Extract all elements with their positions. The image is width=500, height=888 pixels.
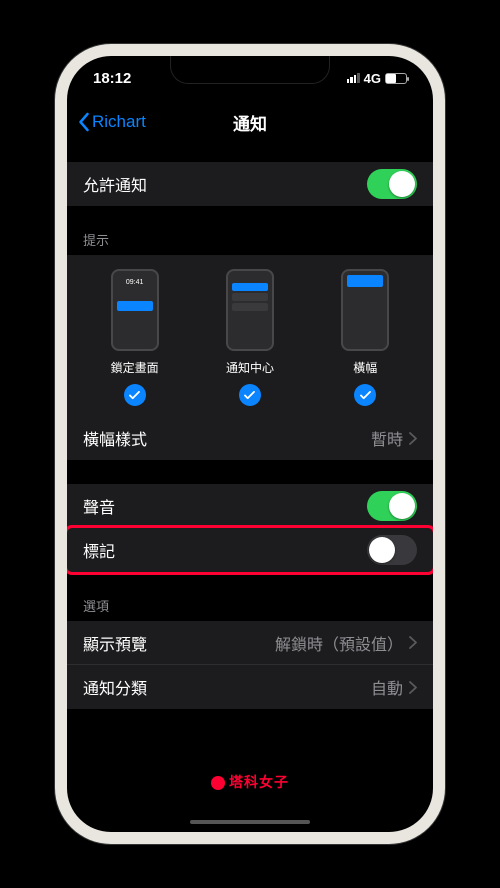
screen: 18:12 4G Richart 通知 允許通知 提示 bbox=[67, 56, 433, 832]
signal-icon bbox=[347, 73, 360, 83]
sound-label: 聲音 bbox=[83, 494, 367, 518]
options-header: 選項 bbox=[67, 596, 433, 621]
status-time: 18:12 bbox=[93, 70, 131, 87]
chevron-right-icon bbox=[409, 681, 417, 694]
notch bbox=[170, 56, 330, 84]
alert-label: 橫幅 bbox=[353, 359, 377, 376]
watermark-icon bbox=[211, 776, 225, 790]
grouping-row[interactable]: 通知分類 自動 bbox=[67, 665, 433, 709]
back-label: Richart bbox=[92, 112, 146, 132]
content: 允許通知 提示 09:41 鎖定畫面 bbox=[67, 162, 433, 709]
preview-label: 顯示預覽 bbox=[83, 631, 275, 655]
allow-label: 允許通知 bbox=[83, 172, 367, 196]
notification-center-icon bbox=[226, 269, 274, 351]
sound-switch[interactable] bbox=[367, 491, 417, 521]
back-button[interactable]: Richart bbox=[77, 112, 146, 132]
preview-value: 解鎖時（預設值） bbox=[275, 631, 403, 655]
preview-row[interactable]: 顯示預覽 解鎖時（預設值） bbox=[67, 621, 433, 665]
allow-switch[interactable] bbox=[367, 169, 417, 199]
badge-row[interactable]: 標記 bbox=[67, 528, 433, 572]
lock-screen-icon: 09:41 bbox=[111, 269, 159, 351]
watermark: 塔科女子 bbox=[67, 772, 433, 792]
alert-option-center[interactable]: 通知中心 bbox=[226, 269, 274, 406]
badge-label: 標記 bbox=[83, 538, 367, 562]
banner-style-row[interactable]: 橫幅樣式 暫時 bbox=[67, 416, 433, 460]
battery-icon bbox=[385, 73, 407, 84]
alerts-row: 09:41 鎖定畫面 通知中心 橫幅 bbox=[67, 255, 433, 416]
options-group: 選項 顯示預覽 解鎖時（預設值） 通知分類 自動 bbox=[67, 596, 433, 709]
chevron-right-icon bbox=[409, 636, 417, 649]
nav-bar: Richart 通知 bbox=[67, 100, 433, 144]
network-label: 4G bbox=[364, 71, 381, 86]
alert-label: 鎖定畫面 bbox=[111, 359, 159, 376]
chevron-left-icon bbox=[77, 112, 90, 132]
check-icon[interactable] bbox=[239, 384, 261, 406]
badge-switch[interactable] bbox=[367, 535, 417, 565]
check-icon[interactable] bbox=[354, 384, 376, 406]
alerts-header: 提示 bbox=[67, 230, 433, 255]
alerts-group: 提示 09:41 鎖定畫面 通知中心 bbox=[67, 230, 433, 460]
banner-style-label: 橫幅樣式 bbox=[83, 426, 371, 450]
chevron-right-icon bbox=[409, 432, 417, 445]
phone-frame: 18:12 4G Richart 通知 允許通知 提示 bbox=[55, 44, 445, 844]
alert-option-lock[interactable]: 09:41 鎖定畫面 bbox=[111, 269, 159, 406]
sound-badge-group: 聲音 標記 bbox=[67, 484, 433, 572]
sound-row[interactable]: 聲音 bbox=[67, 484, 433, 528]
check-icon[interactable] bbox=[124, 384, 146, 406]
grouping-label: 通知分類 bbox=[83, 675, 371, 699]
alert-option-banner[interactable]: 橫幅 bbox=[341, 269, 389, 406]
home-indicator[interactable] bbox=[190, 820, 310, 824]
banner-icon bbox=[341, 269, 389, 351]
banner-style-value: 暫時 bbox=[371, 426, 403, 450]
alert-label: 通知中心 bbox=[226, 359, 274, 376]
allow-notifications-row[interactable]: 允許通知 bbox=[67, 162, 433, 206]
allow-group: 允許通知 bbox=[67, 162, 433, 206]
watermark-text: 塔科女子 bbox=[229, 774, 289, 790]
grouping-value: 自動 bbox=[371, 675, 403, 699]
status-right: 4G bbox=[347, 71, 407, 86]
